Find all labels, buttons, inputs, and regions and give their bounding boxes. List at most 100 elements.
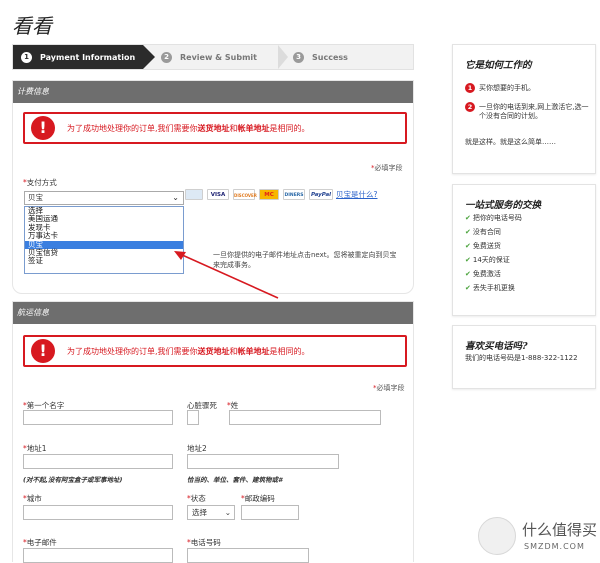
step-number: 2 [161,51,172,63]
last-name-field[interactable] [229,410,381,425]
error-text-bold: 帐单地址 [237,124,270,133]
error-text-bold: 送货地址 [197,347,230,356]
email-label-text: 电子邮件 [26,538,57,547]
watermark-domain: SMZDM.COM [524,542,585,551]
state-label: *状态 [187,494,206,503]
address1-label: *地址1 [23,444,47,453]
state-label-text: 状态 [190,494,206,503]
benefit-item: ✔ 免费激活 [465,269,501,279]
how-step-text: 一旦你的电话到来,网上激活它,选一个没有合同的计划。 [479,103,589,120]
mastercard-icon: MC [259,189,279,200]
step-label: Success [312,52,348,62]
chevron-down-icon: ⌄ [224,508,231,517]
error-text-bold: 帐单地址 [237,347,270,356]
how-it-works-box: 它是如何工作的 1 买你想要的手机。 2 一旦你的电话到来,网上激活它,选一个没… [452,44,596,174]
how-step-text: 买你想要的手机。 [479,84,535,92]
billing-section-title: 计费信息 [13,81,413,103]
error-text-bold: 送货地址 [197,124,230,133]
benefit-text: 14天的保证 [472,256,510,264]
payment-option[interactable]: 签证 [25,256,183,265]
benefit-item: ✔ 14天的保证 [465,255,510,265]
step-number: 3 [293,51,304,63]
payment-option[interactable]: 万事达卡 [25,231,183,240]
error-text-part: 为了成功地处理你的订单,我们需要你 [67,124,198,133]
phone-label-text: 电话号码 [190,538,221,547]
required-note-text: 必填字段 [374,164,403,172]
first-name-field[interactable] [23,410,173,425]
benefit-text: 免费送货 [472,242,501,250]
required-note: *必填字段 [371,164,403,172]
step-success: 3 Success [293,45,348,69]
page-title: 看看 [12,14,52,38]
error-text-part: 是相同的。 [269,124,310,133]
state-select[interactable]: 选择 ⌄ [187,505,235,520]
alert-icon: ! [31,339,55,363]
benefit-text: 丢失手机更换 [472,284,515,292]
required-note: *必填字段 [373,384,405,392]
city-label-text: 城市 [26,494,42,503]
diners-icon: DINERS [283,189,305,200]
error-text-part: 为了成功地处理你的订单,我们需要你 [67,347,198,356]
step-number-badge: 2 [465,102,475,112]
zip-label: *邮政编码 [241,494,275,503]
zip-field[interactable] [241,505,299,520]
check-icon: ✔ [465,228,471,236]
what-is-paypal-link[interactable]: 贝宝是什么? [336,189,377,200]
amex-icon [185,189,203,200]
paypal-icon: PayPal [309,189,333,200]
billing-error-text: 为了成功地处理你的订单,我们需要你送货地址和帐单地址是相同的。 [67,123,310,134]
address1-hint: (对不起,没有阿宝盒子或军事地址) [23,476,123,484]
check-icon: ✔ [465,242,471,250]
first-name-label-text: 第一个名字 [26,401,65,410]
address1-label-text: 地址1 [26,444,47,453]
city-field[interactable] [23,505,173,520]
address1-field[interactable] [23,454,173,469]
paypal-redirect-note: 一旦你提供的电子邮件地址点击next。您将被重定向到贝宝来完成事务。 [213,251,397,269]
step-label: Payment Information [40,52,136,62]
shipping-error-text: 为了成功地处理你的订单,我们需要你送货地址和帐单地址是相同的。 [67,346,310,357]
error-text-part: 是相同的。 [269,347,310,356]
check-icon: ✔ [465,284,471,292]
chevron-down-icon: ⌄ [172,193,179,202]
address2-field[interactable] [187,454,339,469]
alert-icon: ! [31,116,55,140]
benefit-item: ✔ 把你的电话号码 [465,213,522,223]
state-selected: 选择 [192,508,207,517]
discover-icon: DISCOVER [233,189,257,200]
payment-method-dropdown: 选择 美国运通 发现卡 万事达卡 贝宝 贝宝信贷 签证 [24,206,184,274]
payment-method-label: *支付方式 [23,178,57,187]
shipping-panel: 航运信息 ! 为了成功地处理你的订单,我们需要你送货地址和帐单地址是相同的。 *… [12,301,414,563]
address2-hint: 恰当的、单位、套件、建筑物或# [187,476,283,484]
benefit-text: 免费激活 [472,270,501,278]
contact-box: 喜欢买电话吗? 我们的电话号码是1-888-322-1122 [452,325,596,389]
check-icon: ✔ [465,214,471,222]
payment-method-selected: 贝宝 [28,193,43,202]
zip-label-text: 邮政编码 [244,494,275,503]
benefit-text: 没有合同 [472,228,501,236]
how-footer-text: 就是这样。就是这么简单…… [465,138,556,146]
checkout-steps: 1 Payment Information 2 Review & Submit … [12,44,414,70]
address2-label: 地址2 [187,444,207,453]
contact-phone-text: 我们的电话号码是1-888-322-1122 [465,354,578,362]
billing-error-box: ! 为了成功地处理你的订单,我们需要你送货地址和帐单地址是相同的。 [23,112,407,144]
step-arrow [143,45,155,69]
shipping-error-box: ! 为了成功地处理你的订单,我们需要你送货地址和帐单地址是相同的。 [23,335,407,367]
check-icon: ✔ [465,256,471,264]
one-stop-title: 一站式服务的交换 [465,200,542,211]
benefit-text: 把你的电话号码 [472,214,522,222]
benefit-item: ✔ 没有合同 [465,227,501,237]
payment-option[interactable]: 贝宝信贷 [25,248,183,257]
step-review-submit: 2 Review & Submit [161,45,257,69]
payment-method-select[interactable]: 贝宝 ⌄ [24,191,184,205]
watermark-logo [478,517,516,555]
check-icon: ✔ [465,270,471,278]
shipping-section-title: 航运信息 [13,302,413,324]
middle-initial-field[interactable] [187,410,199,425]
benefit-item: ✔ 免费送货 [465,241,501,251]
contact-title: 喜欢买电话吗? [465,341,528,352]
visa-icon: VISA [207,189,229,200]
step-label: Review & Submit [180,52,257,62]
step-separator [278,45,288,69]
city-label: *城市 [23,494,42,503]
step-number: 1 [21,51,32,63]
